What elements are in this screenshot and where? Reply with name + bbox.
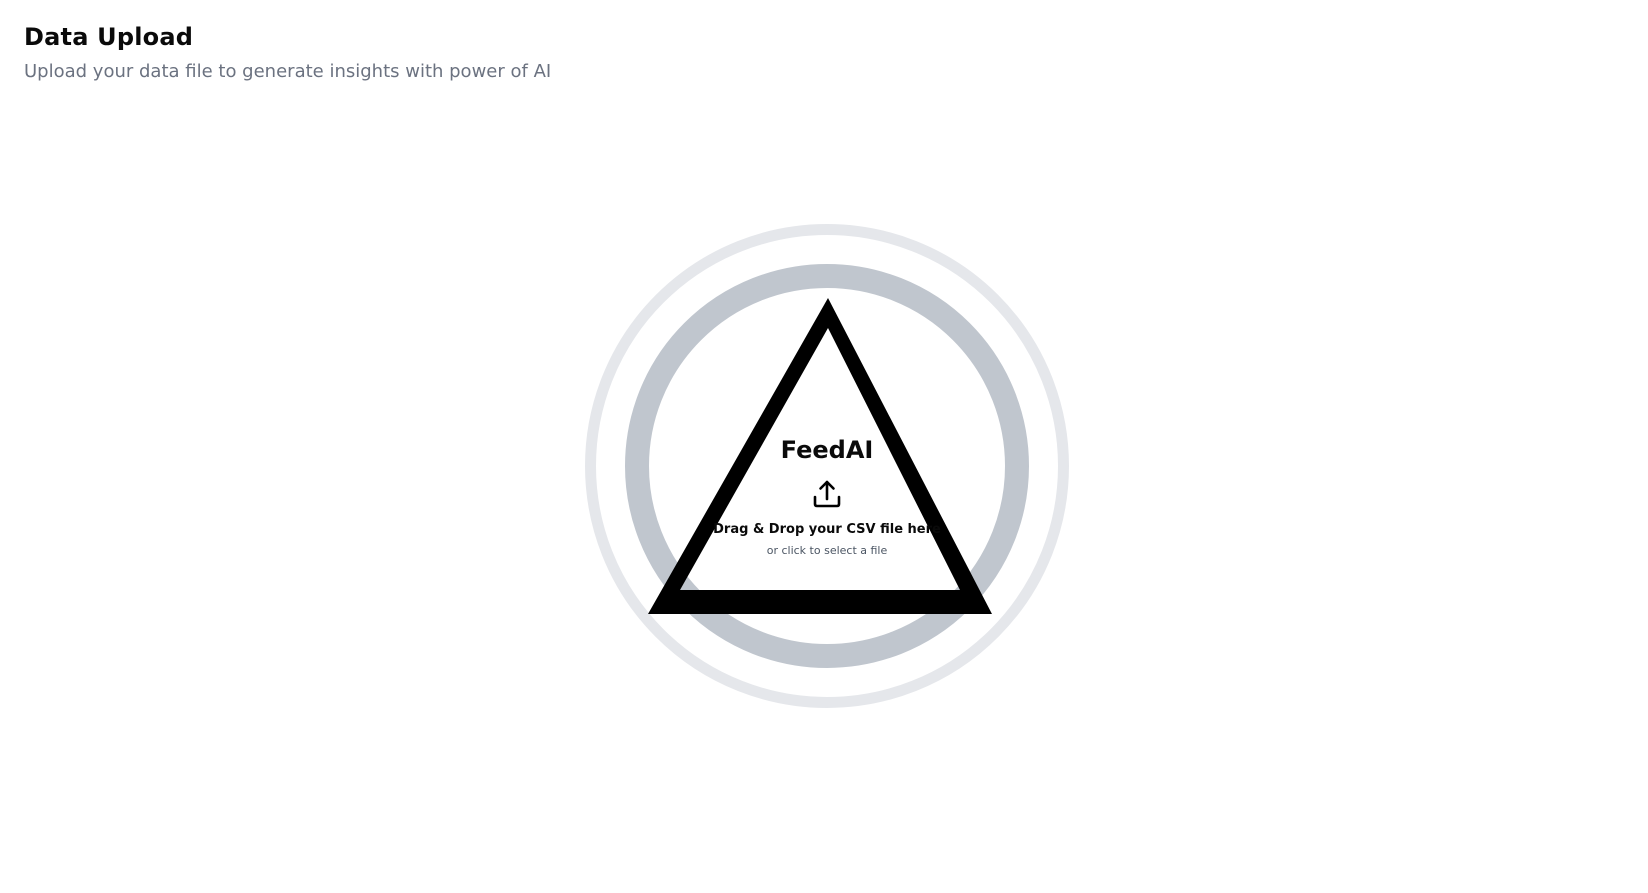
upload-icon [813, 480, 841, 508]
dropzone-hint: or click to select a file [766, 544, 888, 557]
dropzone-label: Drag & Drop your CSV file here [713, 522, 941, 537]
brand-title: FeedAI [780, 436, 874, 464]
page-title: Data Upload [24, 23, 194, 51]
file-dropzone[interactable]: FeedAI Drag & Drop your CSV file here or… [585, 224, 1069, 708]
page-subtitle: Upload your data file to generate insigh… [24, 61, 552, 82]
page-header: Data Upload Upload your data file to gen… [24, 22, 551, 84]
